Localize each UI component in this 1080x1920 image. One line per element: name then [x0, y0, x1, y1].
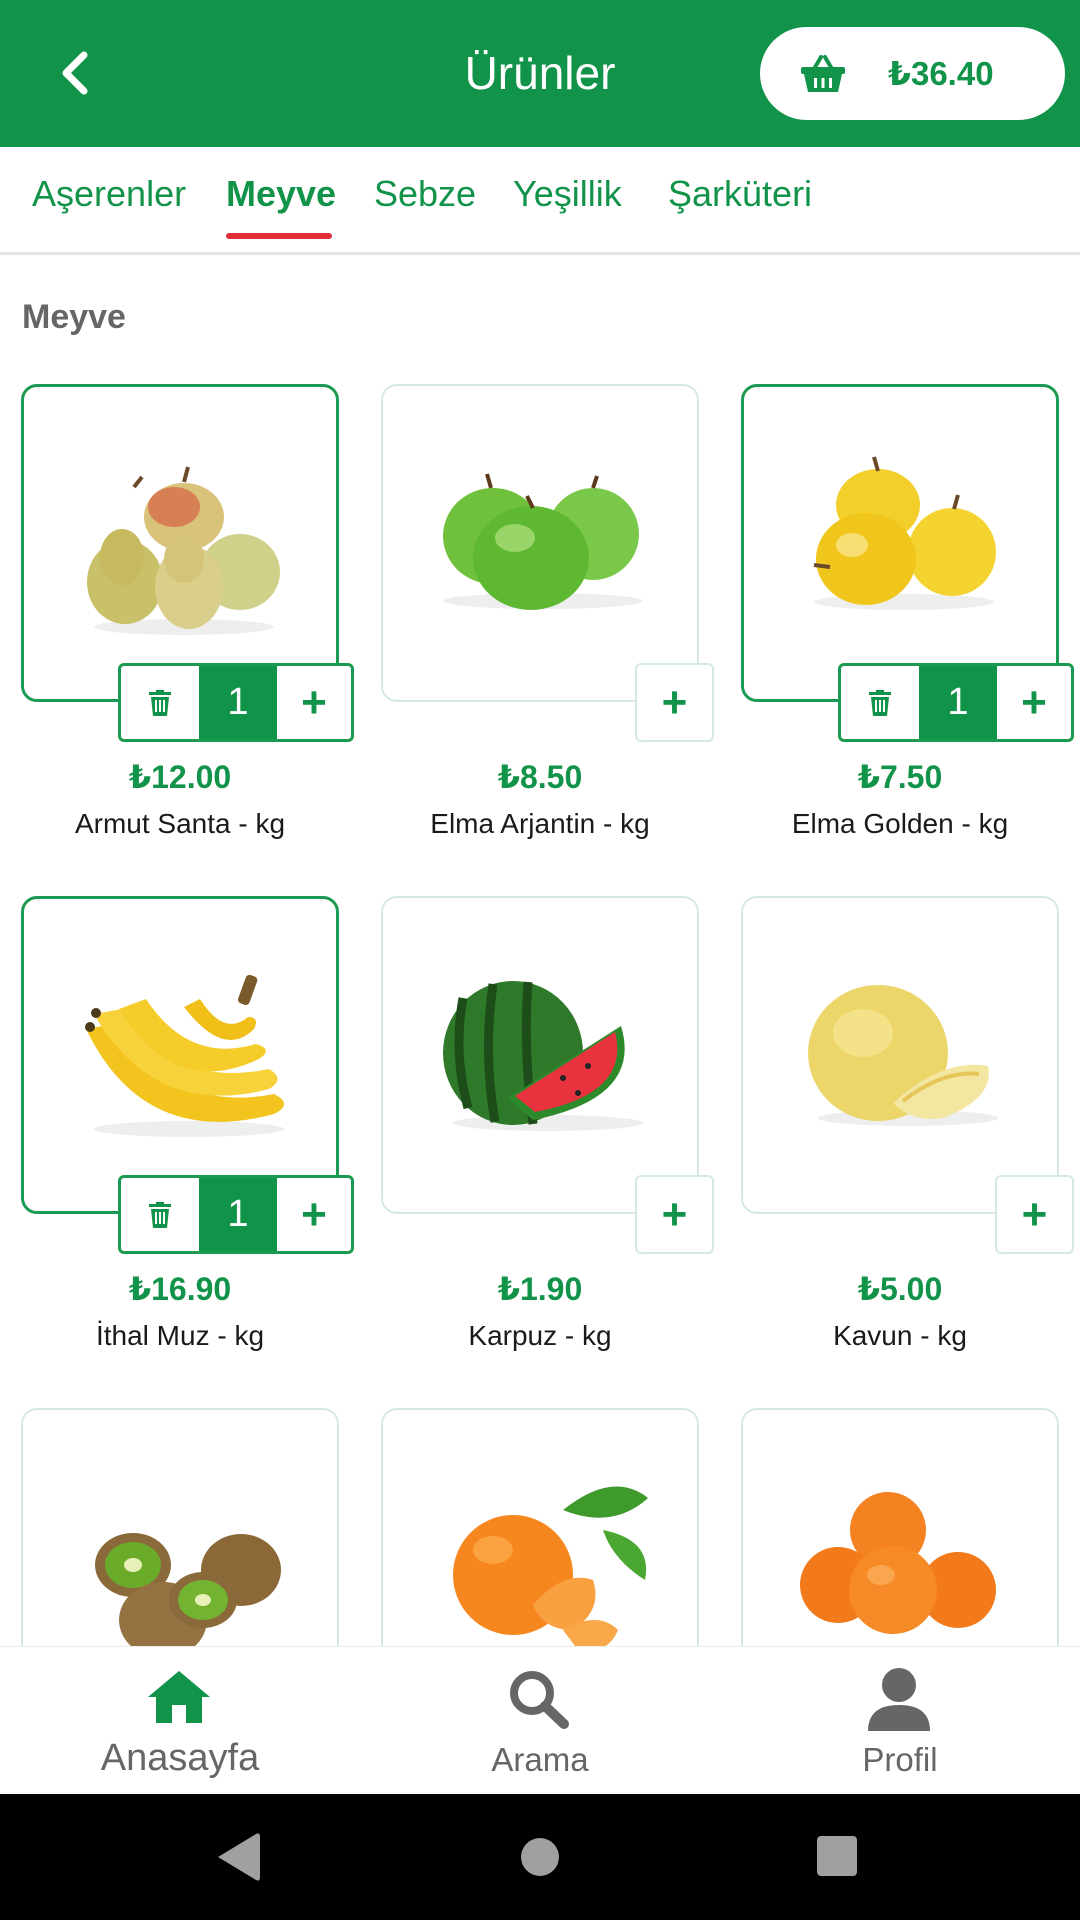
plus-icon: +	[1021, 1189, 1048, 1239]
basket-icon	[801, 55, 845, 92]
trash-icon	[869, 689, 891, 716]
golden-apples-image	[813, 456, 996, 610]
nav-profile[interactable]: Profil	[720, 1647, 1080, 1795]
quantity-stepper[interactable]: 1 +	[838, 663, 1074, 742]
green-apples-image	[443, 473, 643, 610]
nav-search[interactable]: Arama	[360, 1647, 720, 1795]
product-name: Armut Santa - kg	[74, 808, 286, 839]
product-image[interactable]	[741, 896, 1059, 1214]
tab-sebze[interactable]: Sebze	[374, 173, 476, 215]
quantity-value: 1	[919, 666, 997, 739]
product-name: Kavun - kg	[833, 1320, 967, 1351]
home-icon	[148, 1671, 210, 1723]
plus-icon: +	[301, 1189, 327, 1239]
plus-icon: +	[301, 677, 327, 727]
watermelon-image	[443, 981, 643, 1131]
tab-aserenler[interactable]: Aşerenler	[32, 173, 186, 215]
cart-button[interactable]: ₺36.40	[760, 27, 1065, 120]
product-price: ₺1.90	[497, 1271, 583, 1307]
back-icon[interactable]	[206, 1824, 272, 1890]
nav-label: Arama	[491, 1741, 589, 1778]
add-to-cart-button[interactable]: +	[635, 1175, 714, 1254]
add-to-cart-button[interactable]: +	[995, 1175, 1074, 1254]
product-image[interactable]	[741, 384, 1059, 702]
nav-label: Profil	[862, 1741, 938, 1778]
chevron-left-icon	[62, 51, 88, 95]
increase-button[interactable]: +	[277, 1178, 351, 1251]
increase-button[interactable]: +	[277, 666, 351, 739]
product-name: Karpuz - kg	[468, 1320, 612, 1351]
system-navigation-bar	[0, 1794, 1080, 1920]
product-price: ₺16.90	[128, 1271, 232, 1307]
add-to-cart-button[interactable]: +	[635, 663, 714, 742]
quantity-stepper[interactable]: 1 +	[118, 1175, 354, 1254]
product-name: İthal Muz - kg	[95, 1320, 265, 1351]
user-icon	[868, 1668, 930, 1731]
remove-button[interactable]	[121, 666, 199, 739]
cart-total: ₺36.40	[888, 55, 994, 92]
plus-icon: +	[661, 677, 688, 727]
tab-meyve[interactable]: Meyve	[226, 173, 336, 215]
back-button[interactable]	[44, 38, 104, 108]
pears-image	[87, 466, 280, 635]
bottom-navigation: Anasayfa Arama Profil	[0, 1646, 1080, 1794]
plus-icon: +	[661, 1189, 688, 1239]
plus-icon: +	[1021, 677, 1047, 727]
app-header: Ürünler ₺36.40	[0, 0, 1080, 147]
trash-icon	[149, 689, 171, 716]
product-image[interactable]	[381, 384, 699, 702]
product-image[interactable]	[21, 384, 339, 702]
category-tabs: Aşerenler Meyve Sebze Yeşillik Şarküteri	[0, 147, 1080, 255]
tab-sarkuteri[interactable]: Şarküteri	[668, 173, 812, 215]
product-price: ₺7.50	[857, 759, 943, 795]
product-image[interactable]	[21, 896, 339, 1214]
increase-button[interactable]: +	[997, 666, 1071, 739]
active-tab-indicator	[226, 233, 332, 239]
quantity-value: 1	[199, 1178, 277, 1251]
quantity-value: 1	[199, 666, 277, 739]
product-price: ₺8.50	[497, 759, 583, 795]
recents-icon[interactable]	[805, 1824, 871, 1890]
home-circle-icon[interactable]	[507, 1824, 573, 1890]
remove-button[interactable]	[121, 1178, 199, 1251]
melon-image	[808, 985, 998, 1126]
section-title: Meyve	[22, 298, 126, 336]
product-name: Elma Arjantin - kg	[430, 808, 650, 839]
bananas-image	[85, 974, 284, 1137]
product-price: ₺12.00	[128, 759, 232, 795]
remove-button[interactable]	[841, 666, 919, 739]
trash-icon	[149, 1201, 171, 1228]
nav-label: Anasayfa	[100, 1737, 260, 1779]
nav-home[interactable]: Anasayfa	[0, 1647, 360, 1795]
tab-yesillik[interactable]: Yeşillik	[513, 173, 622, 215]
product-price: ₺5.00	[857, 1271, 943, 1307]
product-name: Elma Golden - kg	[791, 808, 1009, 839]
quantity-stepper[interactable]: 1 +	[118, 663, 354, 742]
product-image[interactable]	[381, 896, 699, 1214]
search-icon	[510, 1671, 569, 1729]
